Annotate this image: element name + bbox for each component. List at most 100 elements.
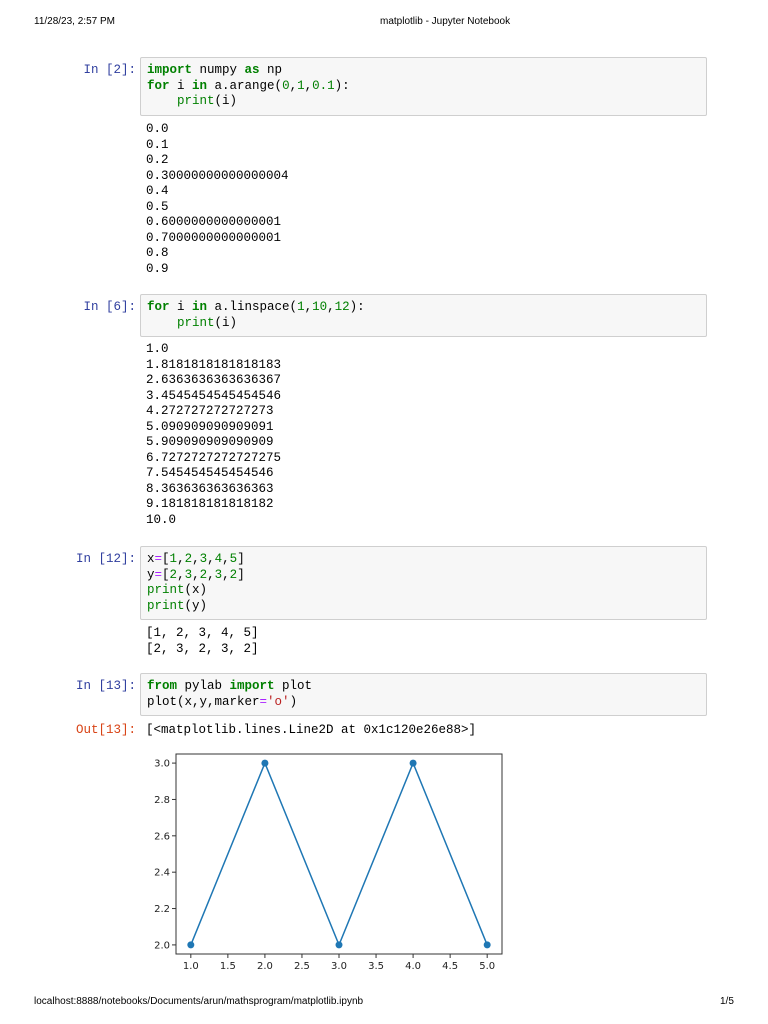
output-line: 3.4545454545454546 bbox=[146, 388, 282, 403]
output-line: 1.8181818181818183 bbox=[146, 357, 282, 372]
code-line: print(x) bbox=[147, 583, 706, 599]
code-token: as bbox=[244, 63, 260, 77]
output-line: 1.0 bbox=[146, 342, 169, 356]
y-tick-label: 2.4 bbox=[154, 868, 170, 879]
code-token: = bbox=[154, 567, 163, 582]
code-token: 10 bbox=[312, 300, 328, 314]
x-tick-label: 1.5 bbox=[220, 961, 236, 972]
code-token: 2 bbox=[199, 567, 208, 582]
x-tick-label: 1.0 bbox=[183, 961, 199, 972]
code-line: print(i) bbox=[147, 94, 706, 110]
x-tick-label: 4.5 bbox=[442, 961, 458, 972]
output-line: 0.2 bbox=[146, 153, 169, 167]
page-title: matplotlib - Jupyter Notebook bbox=[380, 16, 511, 27]
code-line: plot(x,y,marker='o') bbox=[147, 695, 706, 711]
code-token: in bbox=[192, 300, 208, 314]
code-line: from pylab import plot bbox=[147, 679, 706, 695]
input-prompt: In [6]: bbox=[83, 300, 136, 314]
input-prompt: In [12]: bbox=[75, 552, 136, 566]
output-line: 0.1 bbox=[146, 137, 169, 152]
code-token: import bbox=[229, 679, 275, 693]
y-tick-label: 2.6 bbox=[154, 831, 170, 842]
cell-output: [<matplotlib.lines.Line2D at 0x1c120e26e… bbox=[146, 723, 476, 739]
code-token: , bbox=[192, 567, 200, 582]
output-line: 6.7272727272727275 bbox=[146, 450, 282, 465]
code-token: , bbox=[327, 300, 335, 314]
code-token: = bbox=[154, 552, 163, 566]
code-token: 2 bbox=[184, 552, 193, 566]
y-tick-label: 2.2 bbox=[154, 904, 170, 915]
output-line: 5.909090909090909 bbox=[146, 435, 274, 449]
x-tick-label: 4.0 bbox=[405, 961, 421, 972]
output-line: [2, 3, 2, 3, 2] bbox=[146, 641, 259, 656]
code-token: a.arange( bbox=[207, 78, 283, 93]
code-token: = bbox=[259, 694, 268, 709]
code-token: plot bbox=[274, 679, 313, 693]
cell-output: [1, 2, 3, 4, 5] [2, 3, 2, 3, 2] bbox=[146, 626, 259, 657]
output-line: [<matplotlib.lines.Line2D at 0x1c120e26e… bbox=[146, 723, 477, 737]
code-token: , bbox=[177, 567, 185, 582]
code-token: [ bbox=[162, 567, 170, 582]
code-token: 1 bbox=[297, 300, 305, 314]
code-token: 12 bbox=[334, 300, 350, 314]
code-token: ): bbox=[349, 300, 365, 314]
code-token: a.linspace( bbox=[207, 300, 298, 314]
code-token: print bbox=[147, 598, 185, 613]
code-token: , bbox=[304, 78, 313, 93]
code-token: in bbox=[192, 78, 208, 93]
x-tick-label: 3.0 bbox=[331, 961, 347, 972]
output-line: 0.7000000000000001 bbox=[146, 230, 282, 245]
line-plot: 1.0 1.5 2.0 2.5 3.0 3.5 4.0 4.5 5.0 2.0 2.2 2.4 2.6 2… bbox=[154, 753, 503, 972]
y-tick-label: 2.8 bbox=[154, 795, 170, 806]
code-token: for bbox=[147, 300, 170, 314]
code-token: ): bbox=[334, 78, 350, 93]
output-line: 9.181818181818182 bbox=[146, 497, 274, 511]
code-cell-input[interactable]: x=[1,2,3,4,5] y=[2,3,2,3,2] print(x) print(… bbox=[140, 546, 707, 620]
code-cell-input[interactable]: import numpy as np for i in a.arange(0,1,… bbox=[140, 57, 707, 116]
code-token: ] bbox=[237, 552, 245, 566]
code-token: ) bbox=[289, 694, 298, 709]
code-token: , bbox=[207, 552, 215, 566]
code-token: ] bbox=[237, 567, 245, 582]
code-token: 'o' bbox=[267, 694, 290, 709]
code-token: 2 bbox=[169, 567, 178, 582]
code-token: , bbox=[192, 552, 200, 566]
input-prompt: In [13]: bbox=[75, 679, 136, 693]
code-token: 1 bbox=[169, 552, 178, 566]
cell-output: 0.0 0.1 0.2 0.30000000000000004 0.4 0.5 0.6000… bbox=[146, 122, 289, 277]
output-prompt: Out[13]: bbox=[75, 723, 136, 737]
cell-output: 1.0 1.8181818181818183 2.6363636363636367 3… bbox=[146, 342, 281, 528]
code-token: (i) bbox=[214, 315, 238, 330]
code-token: i bbox=[169, 300, 193, 314]
code-line: print(y) bbox=[147, 599, 706, 615]
code-token: , bbox=[304, 300, 313, 314]
code-token: 0.1 bbox=[312, 78, 335, 93]
output-line: 0.6000000000000001 bbox=[146, 215, 282, 229]
output-line: 0.8 bbox=[146, 246, 169, 260]
x-tick-label: 2.0 bbox=[257, 961, 273, 972]
output-line: 7.545454545454546 bbox=[146, 466, 274, 480]
code-cell-input[interactable]: from pylab import plot plot(x,y,marker='o… bbox=[140, 673, 707, 716]
data-point-marker bbox=[335, 941, 343, 949]
output-line: 0.9 bbox=[146, 261, 169, 276]
output-line: 2.6363636363636367 bbox=[146, 373, 282, 387]
input-prompt: In [2]: bbox=[83, 63, 136, 77]
code-token: y bbox=[147, 567, 155, 582]
data-point-marker bbox=[187, 941, 195, 949]
output-line: 4.272727272727273 bbox=[146, 404, 274, 418]
output-line: [1, 2, 3, 4, 5] bbox=[146, 626, 259, 640]
y-tick-label: 2.0 bbox=[154, 940, 170, 951]
code-token: for bbox=[147, 78, 170, 93]
code-token: print bbox=[147, 583, 185, 597]
code-token: numpy bbox=[192, 63, 245, 77]
data-point-marker bbox=[483, 941, 491, 949]
code-cell-input[interactable]: for i in a.linspace(1,10,12): print(i) bbox=[140, 294, 707, 337]
code-token: np bbox=[259, 63, 283, 77]
code-line: x=[1,2,3,4,5] bbox=[147, 552, 706, 568]
code-token: (y) bbox=[184, 598, 208, 613]
data-point-marker bbox=[409, 759, 417, 767]
plot-axes-frame bbox=[175, 753, 503, 955]
code-token: 3 bbox=[199, 552, 208, 566]
code-token: 1 bbox=[297, 78, 305, 93]
